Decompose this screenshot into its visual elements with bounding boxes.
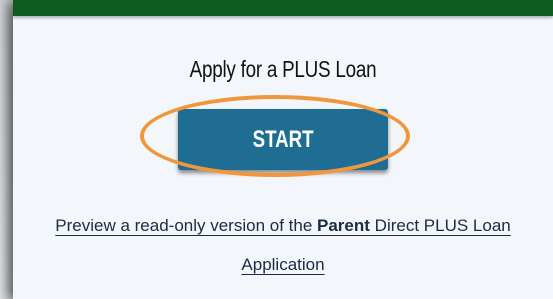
preview-application-link[interactable]: Preview a read-only version of the Paren… (43, 206, 523, 284)
start-button[interactable]: START (178, 109, 388, 170)
plus-loan-card: Apply for a PLUS Loan START Preview a re… (13, 0, 553, 299)
start-button-label: START (252, 125, 314, 153)
preview-link-text-line2: Application (241, 255, 325, 274)
header-bar (13, 0, 553, 16)
preview-link-text-bold: Parent (317, 216, 370, 235)
preview-link-text-before: Preview a read-only version of the (55, 216, 318, 235)
card-title: Apply for a PLUS Loan (189, 56, 377, 82)
preview-link-text-after: Direct PLUS Loan (369, 216, 511, 235)
